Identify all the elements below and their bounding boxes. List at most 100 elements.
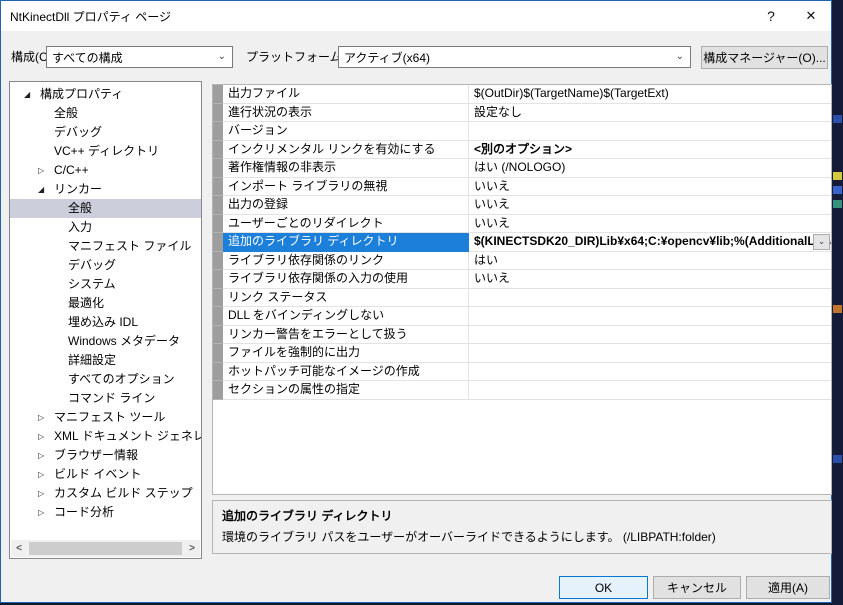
property-name-cell[interactable]: ホットパッチ可能なイメージの作成	[223, 362, 469, 381]
tree-item[interactable]: 埋め込み IDL	[10, 313, 201, 332]
property-value-cell[interactable]: 設定なし ⌄	[469, 104, 831, 122]
tree-item[interactable]: システム	[10, 275, 201, 294]
property-value-cell[interactable]: ⌄	[469, 326, 831, 344]
tree-item[interactable]: 全般	[10, 104, 201, 123]
row-gutter	[213, 362, 223, 381]
tree-expander-icon[interactable]: ◢	[38, 180, 52, 199]
ok-button[interactable]: OK	[559, 576, 648, 599]
cancel-button[interactable]: キャンセル	[653, 576, 741, 599]
property-name-cell[interactable]: ユーザーごとのリダイレクト	[223, 214, 469, 233]
tree-expander-icon[interactable]: ▷	[38, 161, 52, 180]
property-name-cell[interactable]: 出力ファイル	[223, 85, 469, 104]
property-name-cell[interactable]: リンク ステータス	[223, 288, 469, 307]
property-name-cell[interactable]: 著作権情報の非表示	[223, 159, 469, 178]
property-pages-dialog: NtKinectDll プロパティ ページ ? ✕ 構成(C): すべての構成 …	[0, 0, 832, 603]
property-name: ファイルを強制的に出力	[228, 345, 361, 359]
configuration-manager-button[interactable]: 構成マネージャー(O)...	[701, 46, 828, 69]
scroll-left-icon[interactable]: <	[11, 543, 27, 554]
property-name-cell[interactable]: バージョン	[223, 122, 469, 141]
tree-item-label: C/C++	[54, 163, 89, 177]
property-name-cell[interactable]: ライブラリ依存関係の入力の使用	[223, 270, 469, 289]
property-value-cell[interactable]: ⌄	[469, 344, 831, 363]
property-value-cell[interactable]: ⌄	[469, 381, 831, 400]
tree-item-label: デバッグ	[68, 258, 117, 272]
tree-item-label: 構成プロパティ	[40, 87, 124, 101]
property-value-cell[interactable]: いいえ ⌄	[469, 270, 831, 289]
tree-horizontal-scrollbar[interactable]: < >	[11, 540, 200, 557]
tree-item[interactable]: デバッグ	[10, 256, 201, 275]
property-value-cell[interactable]: はい (/NOLOGO) ⌄	[469, 159, 831, 178]
property-name-cell[interactable]: セクションの属性の指定	[223, 381, 469, 400]
property-value-cell[interactable]: いいえ ⌄	[469, 215, 831, 233]
close-icon[interactable]: ✕	[791, 1, 831, 31]
property-name-cell[interactable]: 出力の登録	[223, 196, 469, 215]
tree-item[interactable]: 詳細設定	[10, 351, 201, 370]
tree-item[interactable]: マニフェスト ファイル	[10, 237, 201, 256]
property-row: バージョン ⌄	[213, 122, 831, 141]
property-value-cell[interactable]: ⌄	[469, 363, 831, 381]
background-window-strip	[832, 0, 843, 605]
tree-expander-icon[interactable]: ▷	[38, 408, 52, 427]
tree-item[interactable]: すべてのオプション	[10, 370, 201, 389]
property-value-cell[interactable]: はい ⌄	[469, 252, 831, 270]
tree-item[interactable]: ▷ ブラウザー情報	[10, 446, 201, 465]
tree-item[interactable]: ▷ ビルド イベント	[10, 465, 201, 484]
tree-item-label: 埋め込み IDL	[68, 315, 139, 329]
tree-item[interactable]: 入力	[10, 218, 201, 237]
property-name-cell[interactable]: ライブラリ依存関係のリンク	[223, 251, 469, 270]
tree-item[interactable]: コマンド ライン	[10, 389, 201, 408]
tree-item[interactable]: デバッグ	[10, 123, 201, 142]
property-value-cell[interactable]: いいえ ⌄	[469, 178, 831, 196]
scroll-right-icon[interactable]: >	[184, 543, 200, 554]
property-name-cell[interactable]: ファイルを強制的に出力	[223, 344, 469, 363]
property-name: リンカー警告をエラーとして扱う	[228, 326, 408, 341]
configuration-combo[interactable]: すべての構成 ⌄	[46, 46, 233, 68]
property-name-cell[interactable]: 進行状況の表示	[223, 103, 469, 122]
property-row: ユーザーごとのリダイレクト いいえ ⌄	[213, 214, 831, 233]
property-row: ライブラリ依存関係の入力の使用 いいえ ⌄	[213, 270, 831, 289]
apply-button[interactable]: 適用(A)	[746, 576, 830, 599]
tree-expander-icon[interactable]: ▷	[38, 427, 52, 446]
tree-expander-icon[interactable]: ▷	[38, 503, 52, 522]
tree-expander-icon[interactable]: ▷	[38, 484, 52, 503]
tree-item-label: ブラウザー情報	[54, 448, 139, 462]
property-name-cell[interactable]: DLL をバインディングしない	[223, 307, 469, 326]
help-icon[interactable]: ?	[751, 1, 791, 31]
tree-item[interactable]: 最適化	[10, 294, 201, 313]
dropdown-chevron-icon[interactable]: ⌄	[813, 234, 830, 250]
tree-item[interactable]: ▷ XML ドキュメント ジェネレーター	[10, 427, 201, 446]
tree-item[interactable]: ▷ マニフェスト ツール	[10, 408, 201, 427]
property-value-cell[interactable]: <別のオプション> ⌄	[469, 141, 831, 159]
property-grid: 出力ファイル $(OutDir)$(TargetName)$(TargetExt…	[212, 84, 832, 495]
property-value-cell[interactable]: $(OutDir)$(TargetName)$(TargetExt) ⌄	[469, 85, 831, 104]
tree-item[interactable]: ◢ 構成プロパティ	[10, 85, 201, 104]
tree-item[interactable]: VC++ ディレクトリ	[10, 142, 201, 161]
tree-item[interactable]: 全般	[10, 199, 201, 218]
property-value-cell[interactable]: ⌄	[469, 289, 831, 307]
property-row: ホットパッチ可能なイメージの作成 ⌄	[213, 362, 831, 381]
tree-item-label: 全般	[68, 201, 93, 215]
property-value-cell[interactable]: いいえ ⌄	[469, 196, 831, 215]
description-text: 環境のライブラリ パスをユーザーがオーバーライドできるようにします。 (/LIB…	[222, 530, 716, 544]
tree-expander-icon[interactable]: ▷	[38, 465, 52, 484]
property-value-cell[interactable]: ⌄	[469, 122, 831, 141]
property-value-cell[interactable]: $(KINECTSDK20_DIR)Lib¥x64;C:¥opencv¥lib;…	[469, 233, 831, 252]
platform-combo[interactable]: アクティブ(x64) ⌄	[338, 46, 691, 68]
property-name-cell[interactable]: インポート ライブラリの無視	[223, 177, 469, 196]
tree-expander-icon[interactable]: ▷	[38, 446, 52, 465]
property-name-cell[interactable]: リンカー警告をエラーとして扱う	[223, 325, 469, 344]
property-row: 著作権情報の非表示 はい (/NOLOGO) ⌄	[213, 159, 831, 178]
property-value: いいえ	[474, 271, 511, 285]
tree-item[interactable]: ▷ コード分析	[10, 503, 201, 522]
property-category-tree: ◢ 構成プロパティ 全般 デバッグ VC++ ディレクトリ ▷ C/C++ ◢ …	[9, 81, 202, 559]
property-name-cell[interactable]: インクリメンタル リンクを有効にする	[223, 140, 469, 159]
tree-item-label: カスタム ビルド ステップ	[54, 486, 193, 500]
scrollbar-thumb[interactable]	[29, 542, 182, 555]
property-value-cell[interactable]: ⌄	[469, 307, 831, 326]
property-name-cell[interactable]: 追加のライブラリ ディレクトリ	[223, 233, 469, 252]
tree-item[interactable]: ◢ リンカー	[10, 180, 201, 199]
tree-item[interactable]: Windows メタデータ	[10, 332, 201, 351]
tree-item[interactable]: ▷ カスタム ビルド ステップ	[10, 484, 201, 503]
tree-item[interactable]: ▷ C/C++	[10, 161, 201, 180]
tree-expander-icon[interactable]: ◢	[24, 85, 38, 104]
